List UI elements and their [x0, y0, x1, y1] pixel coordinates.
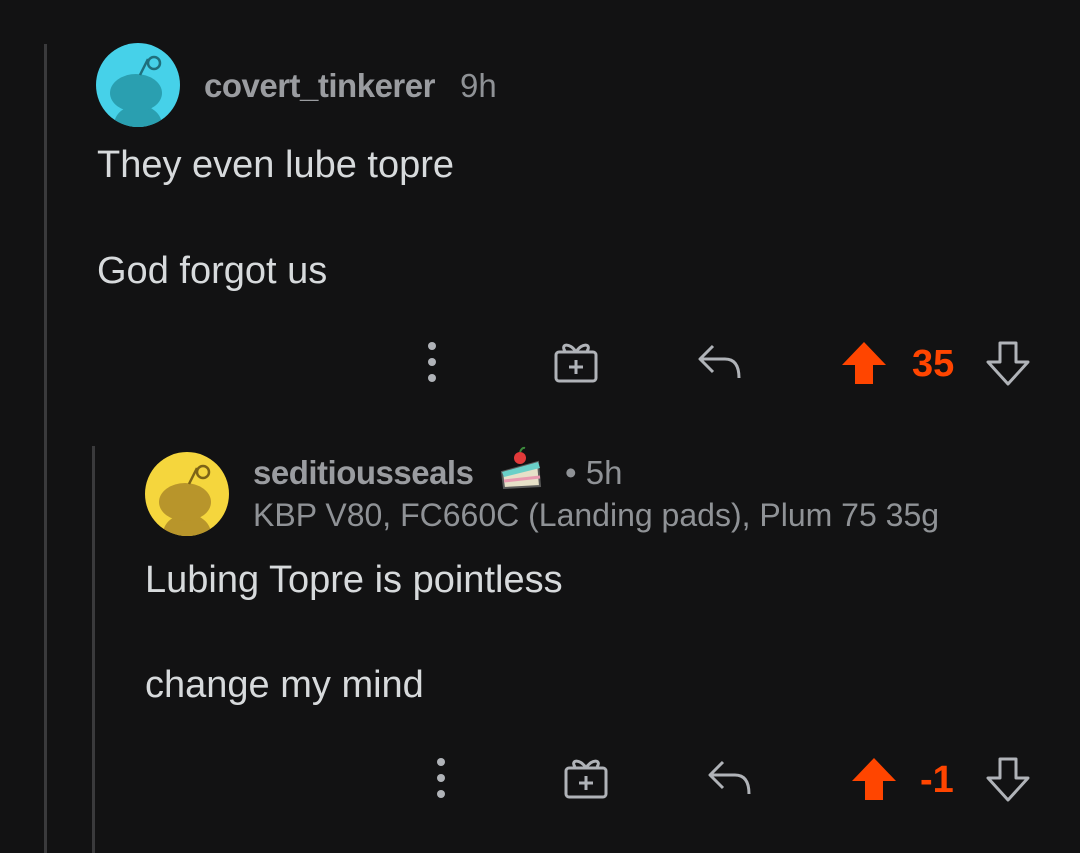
user-flair: KBP V80, FC660C (Landing pads), Plum 75 … [253, 497, 940, 533]
more-vertical-icon[interactable] [427, 756, 455, 800]
score: -1 [920, 759, 954, 801]
comment-body-line: Lubing Topre is pointless [145, 559, 563, 601]
comment-body-line: They even lube topre [97, 144, 455, 186]
reply-icon[interactable] [705, 756, 753, 798]
downvote-arrow-icon[interactable] [985, 340, 1031, 388]
username[interactable]: covert_tinkerer [204, 67, 435, 105]
avatar[interactable] [145, 452, 229, 536]
upvote-arrow-icon[interactable] [840, 338, 888, 386]
gift-award-icon[interactable] [563, 756, 609, 800]
downvote-arrow-icon[interactable] [985, 756, 1031, 804]
comment-body-line: change my mind [145, 664, 424, 706]
avatar[interactable] [96, 43, 180, 127]
more-vertical-icon[interactable] [418, 340, 446, 384]
comment-age: • 5h [565, 454, 623, 491]
username[interactable]: seditiousseals [253, 454, 474, 492]
thread-line-reply[interactable] [92, 446, 95, 853]
cake-day-icon [498, 446, 544, 492]
thread-line-top[interactable] [44, 44, 47, 853]
gift-award-icon[interactable] [553, 340, 599, 384]
reply-icon[interactable] [695, 340, 743, 382]
comment-body-line: God forgot us [97, 250, 328, 292]
score: 35 [912, 343, 955, 385]
upvote-arrow-icon[interactable] [850, 754, 898, 802]
comment-age: 9h [460, 67, 497, 104]
